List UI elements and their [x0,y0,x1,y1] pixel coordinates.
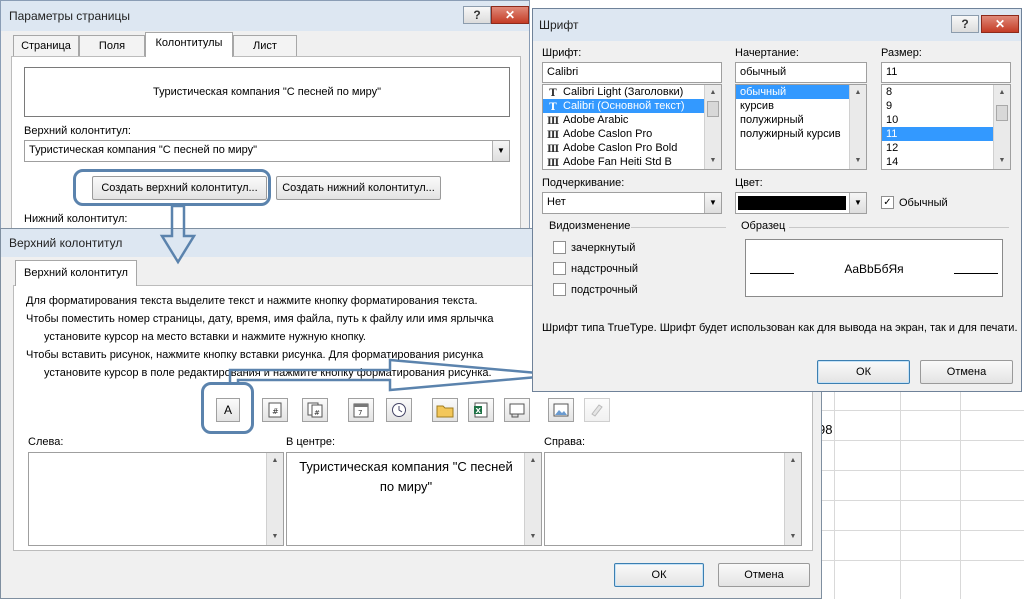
font-name-value: Calibri [547,66,579,78]
opentype-icon: Ⅲ [547,144,560,155]
dropdown-arrow-icon[interactable]: ▼ [704,193,721,213]
font-dialog-titlebar: Шрифт ? ✕ [533,9,1021,41]
list-item[interactable]: Ⅲ Adobe Caslon Pro Bold [543,141,721,155]
scroll-up-icon[interactable]: ▲ [850,85,866,101]
font-style-label: Начертание: [735,47,799,59]
underline-select[interactable]: Нет ▼ [542,192,722,214]
font-size-value: 11 [886,66,898,78]
normal-font-checkbox[interactable]: ✓ [881,196,894,209]
list-item[interactable]: T Calibri Light (Заголовки) [543,85,721,99]
divider [789,227,1009,228]
color-select[interactable]: ▼ [735,192,867,214]
sample-label: Образец [741,220,786,232]
font-style-input[interactable]: обычный [735,62,867,83]
scrollbar[interactable]: ▲ ▼ [849,85,866,169]
right-arrow-icon [228,358,561,392]
divider [631,227,726,228]
ok-button[interactable]: ОК [817,360,910,384]
sample-text: AaBbБбЯя [844,262,904,276]
list-item[interactable]: обычный [736,85,866,99]
underline-value: Нет [547,196,566,208]
help-button[interactable]: ? [951,15,979,33]
sample-preview: AaBbБбЯя [745,239,1003,297]
font-size-label: Размер: [881,47,922,59]
scroll-down-icon[interactable]: ▼ [850,153,866,169]
list-item[interactable]: 14 [882,155,1010,169]
superscript-label: надстрочный [571,263,638,275]
font-name-input[interactable]: Calibri [542,62,722,83]
scroll-up-icon[interactable]: ▲ [705,85,721,101]
strikethrough-checkbox[interactable] [553,241,566,254]
font-size-list[interactable]: 8 9 10 11 12 14 ▲ ▼ [881,84,1011,170]
scroll-thumb[interactable] [996,105,1008,121]
font-name-label: Шрифт: [542,47,582,59]
close-button[interactable]: ✕ [981,15,1019,33]
list-item[interactable]: 8 [882,85,1010,99]
font-name-list[interactable]: T Calibri Light (Заголовки) T Calibri (Осн… [542,84,722,170]
strikethrough-label: зачеркнутый [571,242,636,254]
cancel-button[interactable]: Отмена [920,360,1013,384]
color-swatch [738,196,846,210]
scroll-down-icon[interactable]: ▼ [994,153,1010,169]
truetype-note: Шрифт типа TrueType. Шрифт будет использ… [542,322,1018,334]
font-style-list[interactable]: обычный курсив полужирный полужирный кур… [735,84,867,170]
tab-header[interactable]: Верхний колонтитул [15,260,137,286]
scrollbar[interactable]: ▲ ▼ [993,85,1010,169]
list-item[interactable]: Ⅲ Adobe Caslon Pro [543,127,721,141]
list-item[interactable]: 10 [882,113,1010,127]
list-item[interactable]: 12 [882,141,1010,155]
tab-headers-footers[interactable]: Колонтитулы [145,32,233,57]
scroll-thumb[interactable] [707,101,719,117]
list-item[interactable]: Ⅲ Adobe Fan Heiti Std B [543,155,721,169]
effects-label: Видоизменение [549,220,631,232]
font-dialog: Шрифт ? ✕ Шрифт: Calibri T Calibri Light … [532,8,1022,392]
scroll-up-icon[interactable]: ▲ [994,85,1010,101]
truetype-icon: T [549,88,557,99]
scrollbar[interactable]: ▲ ▼ [704,85,721,169]
opentype-icon: Ⅲ [547,158,560,169]
font-style-value: обычный [740,66,787,78]
opentype-icon: Ⅲ [547,130,560,141]
dropdown-arrow-icon[interactable]: ▼ [849,193,866,213]
list-item[interactable]: T Calibri (Основной текст) [543,99,721,113]
color-label: Цвет: [735,177,763,189]
list-item[interactable]: курсив [736,99,866,113]
subscript-checkbox[interactable] [553,283,566,296]
truetype-icon: T [549,102,557,113]
opentype-icon: Ⅲ [547,116,560,127]
font-dialog-title: Шрифт [539,18,579,32]
list-item[interactable]: полужирный [736,113,866,127]
down-arrow-icon [159,204,197,265]
list-item[interactable]: Ⅲ Adobe Arabic [543,113,721,127]
normal-font-label: Обычный [899,197,948,209]
list-item[interactable]: 9 [882,99,1010,113]
font-size-input[interactable]: 11 [881,62,1011,83]
list-item[interactable]: полужирный курсив [736,127,866,141]
subscript-label: подстрочный [571,284,638,296]
superscript-checkbox[interactable] [553,262,566,275]
list-item[interactable]: 11 [882,127,1010,141]
underline-label: Подчеркивание: [542,177,625,189]
scroll-down-icon[interactable]: ▼ [705,153,721,169]
